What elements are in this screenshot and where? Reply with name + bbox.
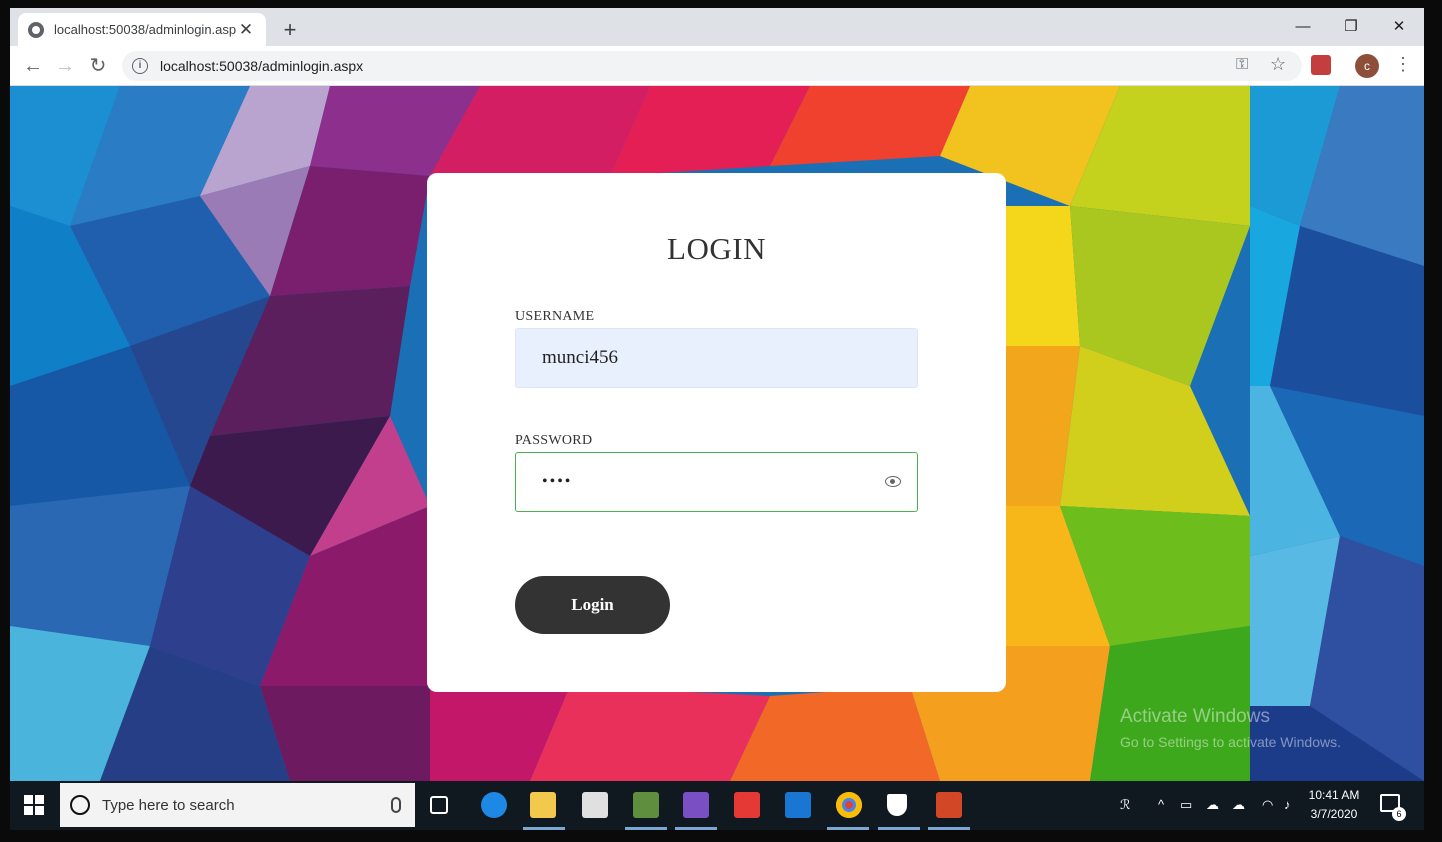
clock-time[interactable]: 10:41 AM [1304, 788, 1364, 802]
password-value: •••• [542, 473, 573, 490]
security-active-indicator [878, 827, 920, 830]
edge-icon[interactable] [481, 792, 507, 818]
people-icon[interactable]: ℛ [1120, 797, 1130, 813]
chrome-icon[interactable] [836, 792, 862, 818]
chrome-active-indicator [827, 827, 869, 830]
login-card: LOGIN USERNAME munci456 PASSWORD •••• Lo… [427, 173, 1006, 692]
login-button[interactable]: Login [515, 576, 670, 634]
file-explorer-icon[interactable] [530, 792, 556, 818]
visual-studio-active-indicator [675, 827, 717, 830]
powerpoint-active-indicator [928, 827, 970, 830]
onedrive-icon[interactable]: ☁ [1206, 797, 1219, 813]
pdf-extension-icon[interactable] [1311, 55, 1331, 75]
forward-button[interactable]: → [52, 53, 78, 79]
login-title: LOGIN [667, 231, 766, 266]
star-icon[interactable]: ☆ [1270, 54, 1286, 75]
store-icon[interactable] [582, 792, 608, 818]
windows-start-icon[interactable] [24, 795, 44, 815]
network-error-icon[interactable]: ☁ [1232, 797, 1245, 813]
password-label: PASSWORD [515, 433, 593, 448]
username-value: munci456 [542, 347, 618, 368]
username-field[interactable]: munci456 [515, 328, 918, 388]
git-tool-icon[interactable] [734, 792, 760, 818]
activate-windows-title: Activate Windows [1120, 706, 1270, 727]
notification-count-badge: 6 [1392, 807, 1406, 821]
restore-button[interactable]: ❐ [1328, 14, 1374, 42]
close-window-button[interactable]: ✕ [1376, 14, 1422, 42]
snipping-tool-icon[interactable] [633, 792, 659, 818]
browser-menu-icon[interactable]: ⋮ [1394, 54, 1412, 75]
taskbar-search-box[interactable]: Type here to search [60, 783, 415, 827]
browser-tab[interactable]: localhost:50038/adminlogin.aspx ✕ [18, 13, 266, 46]
reload-button[interactable]: ↻ [85, 53, 111, 79]
minimize-button[interactable]: — [1280, 14, 1326, 42]
site-info-icon[interactable]: i [132, 58, 148, 74]
browser-tab-strip: localhost:50038/adminlogin.aspx ✕ + — ❐ … [10, 8, 1424, 46]
visual-studio-icon[interactable] [683, 792, 709, 818]
volume-icon[interactable]: ♪ [1284, 797, 1291, 812]
microphone-icon[interactable] [391, 797, 401, 813]
windows-security-icon[interactable] [887, 794, 907, 816]
address-bar[interactable]: i localhost:50038/adminlogin.aspx [122, 51, 1302, 81]
username-label: USERNAME [515, 309, 595, 324]
tab-close-icon[interactable]: ✕ [236, 20, 256, 40]
activate-windows-subtitle: Go to Settings to activate Windows. [1120, 734, 1341, 750]
profile-avatar[interactable]: c [1355, 54, 1379, 78]
key-icon[interactable]: ⚿ [1236, 56, 1248, 74]
screenshot-frame: localhost:50038/adminlogin.aspx ✕ + — ❐ … [0, 0, 1442, 842]
page-viewport: LOGIN USERNAME munci456 PASSWORD •••• Lo… [10, 86, 1424, 781]
browser-toolbar: ← → ↻ i localhost:50038/adminlogin.aspx … [10, 46, 1424, 86]
new-tab-button[interactable]: + [278, 17, 302, 43]
wifi-icon[interactable]: ◠ [1262, 797, 1273, 813]
file-explorer-active-indicator [523, 827, 565, 830]
snipping-tool-active-indicator [625, 827, 667, 830]
address-url[interactable]: localhost:50038/adminlogin.aspx [160, 58, 363, 74]
desktop-screen: localhost:50038/adminlogin.aspx ✕ + — ❐ … [10, 8, 1424, 830]
tab-title: localhost:50038/adminlogin.aspx [54, 22, 236, 37]
back-button[interactable]: ← [20, 53, 46, 79]
mail-icon[interactable] [785, 792, 811, 818]
cortana-icon [70, 795, 90, 815]
battery-icon[interactable]: ▭ [1180, 797, 1192, 813]
taskbar-search-placeholder: Type here to search [102, 796, 235, 814]
task-view-icon[interactable] [430, 796, 448, 814]
globe-icon [28, 21, 44, 38]
powerpoint-icon[interactable] [936, 792, 962, 818]
show-password-eye-icon[interactable] [885, 476, 901, 487]
show-hidden-icons-chevron-icon[interactable]: ^ [1158, 797, 1164, 812]
windows-taskbar: Type here to search ℛ ^ ▭ ☁ ☁ ◠ ♪ 10:41 … [10, 781, 1424, 830]
password-field[interactable]: •••• [515, 452, 918, 512]
clock-date[interactable]: 3/7/2020 [1304, 807, 1364, 821]
